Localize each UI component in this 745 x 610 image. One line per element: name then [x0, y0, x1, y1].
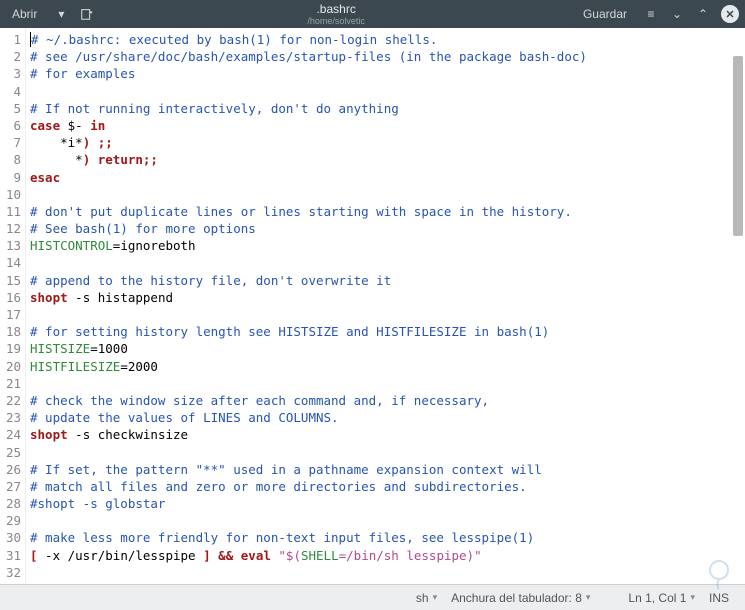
line-number: 13 [0, 238, 25, 255]
line-number: 10 [0, 187, 25, 204]
code-line[interactable]: # for examples [30, 66, 745, 83]
code-line[interactable]: shopt -s histappend [30, 290, 745, 307]
line-number: 2 [0, 49, 25, 66]
titlebar: Abrir ▾ .bashrc /home/solvetic Guardar ≡… [0, 0, 745, 28]
line-number: 12 [0, 221, 25, 238]
line-number: 31 [0, 548, 25, 565]
line-number: 27 [0, 479, 25, 496]
code-line[interactable]: [ -x /usr/bin/lesspipe ] && eval "$(SHEL… [30, 548, 745, 565]
line-number: 18 [0, 324, 25, 341]
code-line[interactable]: HISTCONTROL=ignoreboth [30, 238, 745, 255]
line-number: 7 [0, 135, 25, 152]
code-line[interactable]: # make less more friendly for non-text i… [30, 530, 745, 547]
code-line[interactable]: *) return;; [30, 152, 745, 169]
code-line[interactable]: shopt -s checkwinsize [30, 427, 745, 444]
line-number: 14 [0, 255, 25, 272]
code-line[interactable]: #shopt -s globstar [30, 496, 745, 513]
line-number: 32 [0, 565, 25, 582]
line-number: 3 [0, 66, 25, 83]
cursor-position[interactable]: Ln 1, Col 1 [624, 591, 699, 605]
line-number: 22 [0, 393, 25, 410]
line-number: 8 [0, 152, 25, 169]
code-line[interactable]: # for setting history length see HISTSIZ… [30, 324, 745, 341]
code-line[interactable] [30, 84, 745, 101]
line-number: 25 [0, 445, 25, 462]
chevron-down-window-icon[interactable]: ⌄ [669, 6, 685, 22]
line-number: 16 [0, 290, 25, 307]
statusbar: sh Anchura del tabulador: 8 Ln 1, Col 1 … [0, 584, 745, 610]
code-line[interactable] [30, 513, 745, 530]
code-line[interactable]: # check the window size after each comma… [30, 393, 745, 410]
line-number: 20 [0, 359, 25, 376]
code-line[interactable] [30, 255, 745, 272]
code-line[interactable]: # see /usr/share/doc/bash/examples/start… [30, 49, 745, 66]
code-line[interactable]: # See bash(1) for more options [30, 221, 745, 238]
editor-area[interactable]: 1234567891011121314151617181920212223242… [0, 28, 745, 584]
code-line[interactable]: # ~/.bashrc: executed by bash(1) for non… [30, 32, 745, 49]
code-line[interactable]: # update the values of LINES and COLUMNS… [30, 410, 745, 427]
code-line[interactable]: # match all files and zero or more direc… [30, 479, 745, 496]
line-number: 21 [0, 376, 25, 393]
line-number-gutter: 1234567891011121314151617181920212223242… [0, 28, 26, 584]
title-block: .bashrc /home/solvetic [95, 2, 577, 26]
filepath-label: /home/solvetic [95, 16, 577, 26]
code-line[interactable]: HISTSIZE=1000 [30, 341, 745, 358]
code-line[interactable]: *i*) ;; [30, 135, 745, 152]
code-line[interactable]: HISTFILESIZE=2000 [30, 359, 745, 376]
line-number: 30 [0, 530, 25, 547]
line-number: 17 [0, 307, 25, 324]
line-number: 23 [0, 410, 25, 427]
language-selector[interactable]: sh [412, 591, 441, 605]
filename-label: .bashrc [95, 2, 577, 16]
line-number: 5 [0, 101, 25, 118]
line-number: 4 [0, 84, 25, 101]
open-button[interactable]: Abrir [6, 5, 43, 23]
line-number: 28 [0, 496, 25, 513]
line-number: 6 [0, 118, 25, 135]
insert-mode-indicator[interactable]: INS [705, 591, 733, 605]
chevron-up-window-icon[interactable]: ⌃ [695, 6, 711, 22]
code-line[interactable] [30, 187, 745, 204]
line-number: 1 [0, 32, 25, 49]
code-line[interactable]: esac [30, 170, 745, 187]
watermark-icon [701, 556, 737, 592]
line-number: 19 [0, 341, 25, 358]
code-line[interactable]: # append to the history file, don't over… [30, 273, 745, 290]
new-tab-icon[interactable] [79, 6, 95, 22]
line-number: 26 [0, 462, 25, 479]
close-icon: ✕ [725, 8, 734, 21]
line-number: 29 [0, 513, 25, 530]
line-number: 9 [0, 170, 25, 187]
close-window-button[interactable]: ✕ [721, 5, 739, 23]
line-number: 11 [0, 204, 25, 221]
chevron-down-icon[interactable]: ▾ [53, 6, 69, 22]
tab-width-selector[interactable]: Anchura del tabulador: 8 [447, 591, 594, 605]
code-line[interactable]: case $- in [30, 118, 745, 135]
code-line[interactable] [30, 307, 745, 324]
save-button[interactable]: Guardar [577, 5, 633, 23]
line-number: 15 [0, 273, 25, 290]
code-line[interactable] [30, 565, 745, 582]
code-line[interactable] [30, 376, 745, 393]
code-line[interactable]: # If set, the pattern "**" used in a pat… [30, 462, 745, 479]
vertical-scrollbar[interactable] [733, 56, 743, 236]
code-line[interactable] [30, 445, 745, 462]
hamburger-menu-icon[interactable]: ≡ [643, 6, 659, 22]
code-line[interactable]: # If not running interactively, don't do… [30, 101, 745, 118]
line-number: 24 [0, 427, 25, 444]
code-content[interactable]: # ~/.bashrc: executed by bash(1) for non… [26, 28, 745, 584]
code-line[interactable]: # don't put duplicate lines or lines sta… [30, 204, 745, 221]
